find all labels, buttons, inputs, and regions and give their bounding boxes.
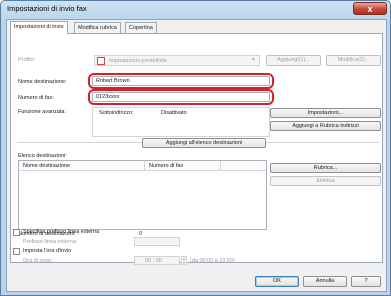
advanced-function-label: Funzione avanzata: xyxy=(18,109,67,115)
tab-send-settings[interactable]: Impostazioni di invio xyxy=(10,21,68,34)
column-header-name[interactable]: Nome destinazione xyxy=(23,163,70,169)
profile-icon xyxy=(97,57,105,65)
send-time-value: 00 : 00 xyxy=(145,258,162,264)
profile-add-button[interactable]: Aggiungi(1)... xyxy=(266,55,321,66)
tab-edit-address-book[interactable]: Modifica rubrica xyxy=(74,22,121,33)
column-divider xyxy=(144,161,145,171)
external-prefix-input[interactable] xyxy=(134,237,180,246)
external-line-checkbox[interactable] xyxy=(13,229,20,236)
cancel-button[interactable]: Annulla xyxy=(303,276,347,287)
profile-edit-button[interactable]: Modifica(2)... xyxy=(326,55,381,66)
add-to-address-book-button[interactable]: Aggiungi a Rubrica indirizzi xyxy=(270,121,381,131)
column-header-fax[interactable]: Numero di fax xyxy=(149,163,183,169)
send-time-checkbox[interactable] xyxy=(13,248,20,255)
recipient-name-label: Nome destinazione: xyxy=(18,79,67,85)
profile-label: Profilo: xyxy=(18,57,36,63)
column-divider xyxy=(220,161,221,171)
tab-cover-page[interactable]: Copertina xyxy=(125,22,157,33)
send-time-range: (da 00:00 a 23:59) xyxy=(190,258,235,264)
fax-number-input[interactable]: 0123xxxx xyxy=(92,92,270,102)
chevron-down-icon: ▾ xyxy=(252,57,255,63)
window-title: Impostazioni di invio fax xyxy=(7,4,87,13)
function-status: Disattivato xyxy=(161,110,187,116)
add-to-destination-list-button[interactable]: Aggiungi all'elenco destinazioni xyxy=(142,138,266,148)
external-line-checkbox-label[interactable]: Specifica prefisso linea esterna xyxy=(23,229,99,235)
dialog-client: Impostazioni di invio Modifica rubrica C… xyxy=(6,19,387,292)
send-time-checkbox-label[interactable]: Imposta l'ora d'invio xyxy=(23,248,71,254)
delete-button[interactable]: Elimina xyxy=(270,176,381,186)
settings-button[interactable]: Impostazioni... xyxy=(270,108,381,118)
table-header: Nome destinazione Numero di fax xyxy=(19,161,266,171)
advanced-function-box: Sottoindirizzo: Disattivato xyxy=(92,107,270,137)
send-time-label: Ora di invio: xyxy=(23,258,53,264)
send-time-input[interactable]: 00 : 00 xyxy=(134,256,180,265)
destination-list-label: Elenco destinazioni: xyxy=(18,153,67,159)
ok-button[interactable]: OK xyxy=(255,276,299,287)
sub-address-label: Sottoindirizzo: xyxy=(99,110,134,116)
close-button[interactable]: x xyxy=(353,2,387,15)
address-book-button[interactable]: Rubrica... xyxy=(270,163,381,173)
help-button[interactable]: ? xyxy=(351,276,381,287)
profile-value: Impostazioni predefinite xyxy=(109,58,168,64)
fax-number-label: Numero di fax: xyxy=(18,95,54,101)
destination-list-table[interactable]: Nome destinazione Numero di fax xyxy=(18,160,267,230)
send-time-spinner[interactable]: ▴ ▾ xyxy=(181,256,187,265)
profile-select[interactable]: Impostazioni predefinite ▾ xyxy=(94,55,260,66)
external-prefix-label: Prefisso linea esterna: xyxy=(23,239,78,245)
recipient-name-input[interactable]: Robert Brown xyxy=(92,76,270,86)
dialog-window: Impostazioni di invio fax x Impostazioni… xyxy=(0,0,391,296)
